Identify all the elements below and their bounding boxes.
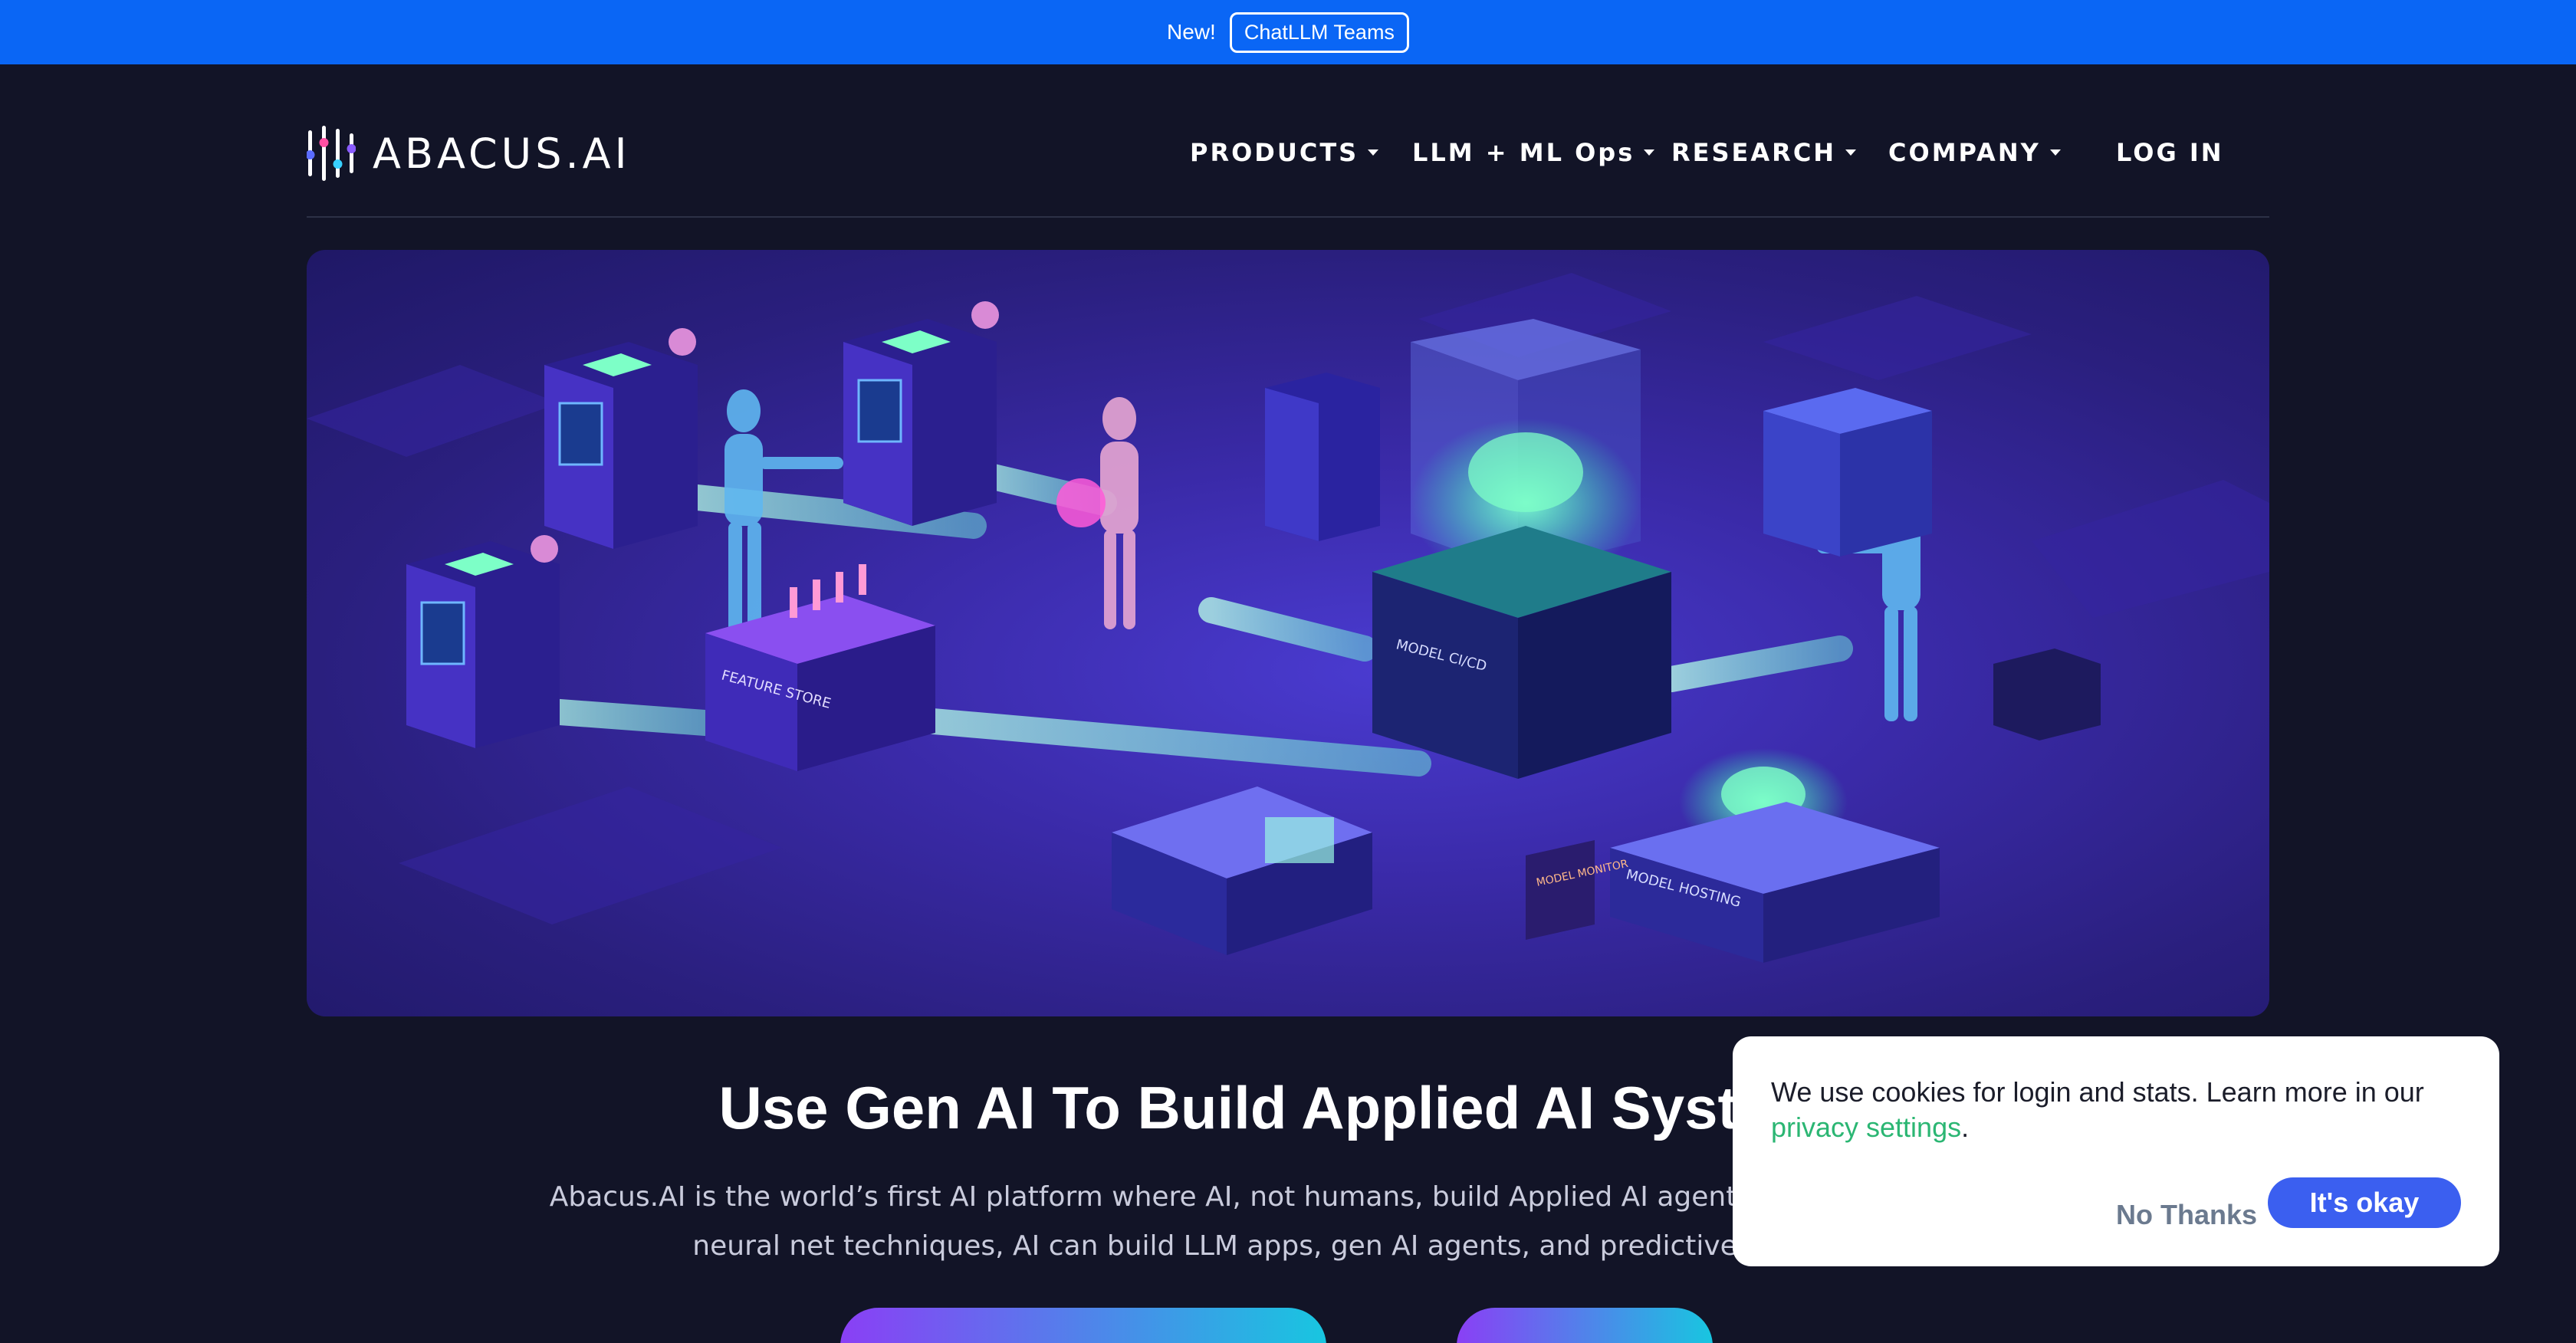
its-okay-button[interactable]: It's okay xyxy=(2268,1177,2461,1228)
main-nav: PRODUCTS LLM + ML Ops RESEARCH COMPANY L… xyxy=(307,138,2269,176)
nav-research[interactable]: RESEARCH xyxy=(1671,138,1857,167)
nav-llm-ml-ops[interactable]: LLM + ML Ops xyxy=(1412,138,1655,167)
hero-illustration: FEATURE STORE MODEL CI/CD MODEL HOSTING xyxy=(307,250,2269,1016)
nav-company-label: COMPANY xyxy=(1888,138,2041,167)
site-header: ABACUS.AI PRODUCTS LLM + ML Ops RESEARCH… xyxy=(307,64,2269,218)
ml-pipeline-illustration: FEATURE STORE MODEL CI/CD MODEL HOSTING xyxy=(307,273,2269,963)
primary-cta-button[interactable] xyxy=(840,1308,1326,1343)
cookie-message-period: . xyxy=(1961,1112,1970,1143)
chatllm-teams-link[interactable]: ChatLLM Teams xyxy=(1229,11,1409,53)
announcement-new-label: New! xyxy=(1167,20,1216,44)
no-thanks-button[interactable]: No Thanks xyxy=(2095,1190,2279,1240)
secondary-cta-button[interactable] xyxy=(1457,1308,1713,1343)
cookie-consent-dialog: We use cookies for login and stats. Lear… xyxy=(1733,1036,2499,1266)
cookie-message: We use cookies for login and stats. Lear… xyxy=(1771,1075,2476,1145)
chevron-down-icon xyxy=(1845,149,1857,156)
chevron-down-icon xyxy=(2049,149,2061,156)
nav-company[interactable]: COMPANY xyxy=(1888,138,2061,167)
nav-login[interactable]: LOG IN xyxy=(2116,138,2224,167)
chevron-down-icon xyxy=(1644,149,1655,156)
announcement-bar: New! ChatLLM Teams xyxy=(0,0,2576,64)
nav-research-label: RESEARCH xyxy=(1671,138,1837,167)
privacy-settings-link[interactable]: privacy settings xyxy=(1771,1112,1961,1143)
chevron-down-icon xyxy=(1368,149,1379,156)
nav-llm-ml-ops-label: LLM + ML Ops xyxy=(1412,138,1635,167)
nav-products[interactable]: PRODUCTS xyxy=(1190,138,1379,167)
nav-products-label: PRODUCTS xyxy=(1190,138,1359,167)
cookie-message-text: We use cookies for login and stats. Lear… xyxy=(1771,1076,2424,1108)
nav-login-label: LOG IN xyxy=(2116,138,2224,167)
